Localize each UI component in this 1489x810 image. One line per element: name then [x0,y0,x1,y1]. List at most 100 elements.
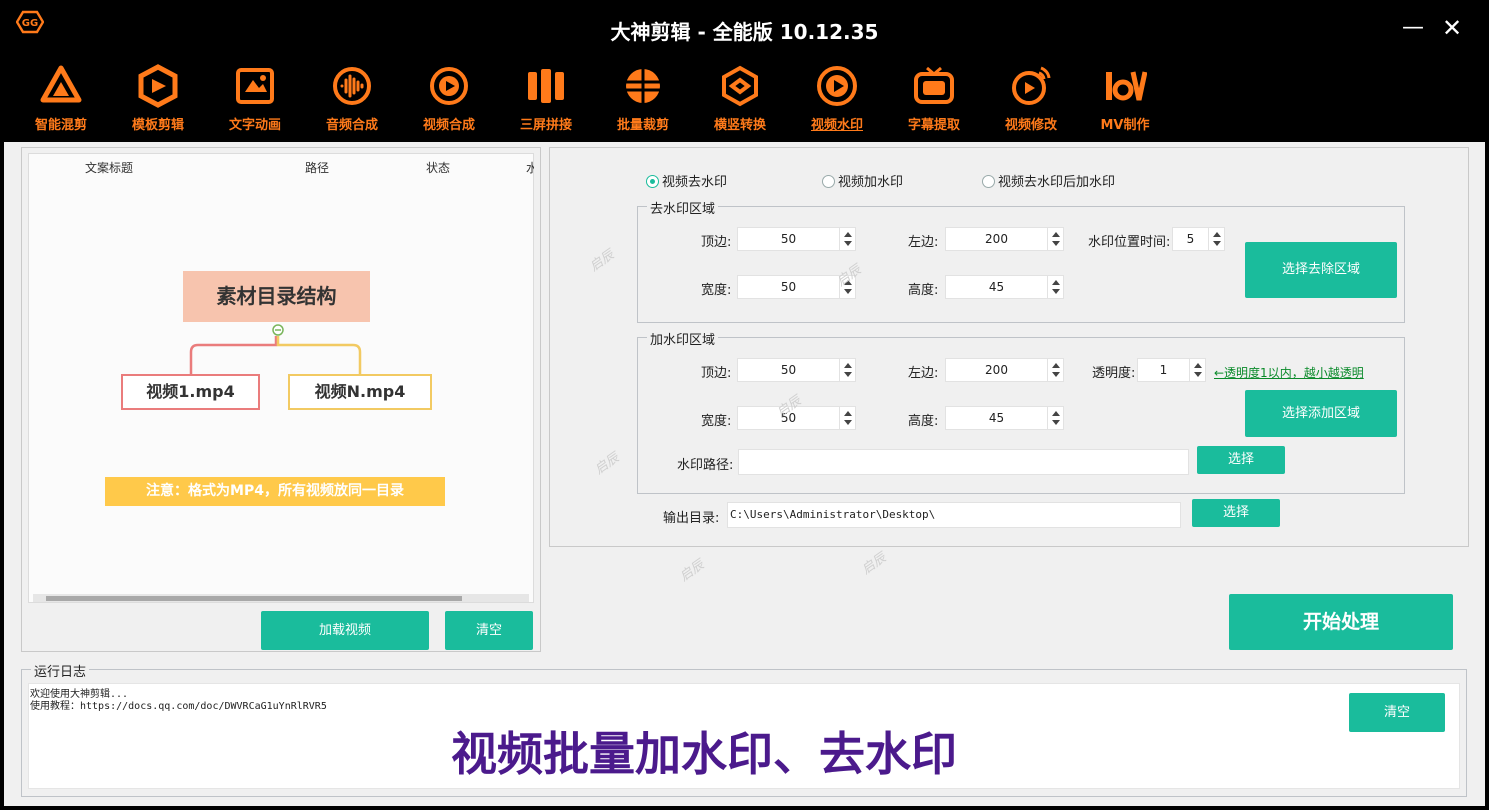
column-header-status[interactable]: 状态 [426,159,450,176]
tool-audio-merge[interactable]: 音频合成 [307,64,397,138]
add-width-label: 宽度: [701,414,732,429]
spinner-value[interactable]: 5 [1173,228,1208,250]
clear-log-button[interactable]: 清空 [1349,693,1445,732]
spinner-value[interactable]: 50 [738,228,839,250]
spin-up-icon[interactable] [844,232,852,237]
spin-up-icon[interactable] [1213,232,1221,237]
spin-up-icon[interactable] [844,363,852,368]
spinner-value[interactable]: 200 [946,359,1047,381]
remove-left-spinner[interactable]: 200 [945,227,1064,251]
spinner-value[interactable]: 45 [946,407,1047,429]
start-processing-button[interactable]: 开始处理 [1229,594,1453,650]
add-left-spinner[interactable]: 200 [945,358,1064,382]
add-top-spinner[interactable]: 50 [737,358,856,382]
tool-triple-screen[interactable]: 三屏拼接 [501,64,591,138]
column-header-path[interactable]: 路径 [305,159,329,176]
triple-screen-icon [528,69,564,103]
remove-width-spinner[interactable]: 50 [737,275,856,299]
radio-remove-watermark[interactable]: 视频去水印 [646,171,727,190]
tool-subtitle-extract[interactable]: 字幕提取 [889,64,979,138]
watermark-path-input[interactable] [738,449,1189,475]
remove-left-label: 左边: [908,235,939,250]
opacity-spinner[interactable]: 1 [1137,358,1206,382]
tool-template-edit[interactable]: 模板剪辑 [113,64,203,138]
tool-label: 模板剪辑 [131,118,184,133]
scrollbar-thumb[interactable] [46,596,462,601]
tool-text-animation[interactable]: 文字动画 [210,64,300,138]
remove-top-spinner[interactable]: 50 [737,227,856,251]
select-remove-area-button[interactable]: 选择去除区域 [1245,242,1397,298]
clear-list-button[interactable]: 清空 [445,611,533,650]
spin-down-icon[interactable] [1052,289,1060,294]
spinner-value[interactable]: 50 [738,359,839,381]
choose-output-button[interactable]: 选择 [1192,499,1280,527]
triangle-logo-icon [40,65,82,103]
spin-down-icon[interactable] [844,420,852,425]
crop-ball-icon [626,69,660,103]
tool-batch-crop[interactable]: 批量裁剪 [598,64,688,138]
tool-smart-mix[interactable]: 智能混剪 [16,64,106,138]
diagram-connectors [189,324,362,374]
spinner-value[interactable]: 50 [738,407,839,429]
spin-down-icon[interactable] [844,241,852,246]
add-left-label: 左边: [908,366,939,381]
tool-video-modify[interactable]: 视频修改 [986,64,1076,138]
add-height-label: 高度: [908,414,939,429]
tool-mv-make[interactable]: MV制作 [1080,64,1170,138]
spinner-value[interactable]: 1 [1138,359,1189,381]
spinner-value[interactable]: 45 [946,276,1047,298]
remove-height-spinner[interactable]: 45 [945,275,1064,299]
diagram-note: 注意：格式为MP4，所有视频放同一目录 [105,477,445,506]
radio-remove-then-add[interactable]: 视频去水印后加水印 [982,171,1115,190]
spinner-value[interactable]: 200 [946,228,1047,250]
title-bar [0,0,1489,58]
spin-down-icon[interactable] [1052,241,1060,246]
opacity-hint-link[interactable]: ←透明度1以内，越小越透明 [1214,364,1364,381]
spinner-buttons [1208,228,1224,250]
spin-down-icon[interactable] [844,372,852,377]
spin-down-icon[interactable] [844,289,852,294]
spinner-buttons [1189,359,1205,381]
spin-up-icon[interactable] [1052,280,1060,285]
output-dir-input[interactable]: C:\Users\Administrator\Desktop\ [727,502,1181,528]
spin-up-icon[interactable] [1052,232,1060,237]
choose-watermark-button[interactable]: 选择 [1197,446,1285,474]
spin-up-icon[interactable] [1052,363,1060,368]
radio-dot [646,175,659,188]
spin-down-icon[interactable] [1052,420,1060,425]
column-header-truncated[interactable]: 水 [526,159,534,176]
remove-width-label: 宽度: [701,283,732,298]
subtitle-tv-icon [914,66,954,104]
spinner-buttons [1047,228,1063,250]
close-button[interactable]: ✕ [1437,10,1467,46]
minimize-button[interactable]: — [1398,10,1428,46]
output-dir-label: 输出目录: [663,511,720,526]
tool-label: MV制作 [1100,118,1150,133]
spinner-buttons [839,228,855,250]
column-header-title[interactable]: 文案标题 [85,159,133,176]
watermark-time-spinner[interactable]: 5 [1172,227,1225,251]
tool-video-watermark[interactable]: 视频水印 [792,64,882,138]
spin-down-icon[interactable] [1213,241,1221,246]
spinner-value[interactable]: 50 [738,276,839,298]
tool-orientation-convert[interactable]: 横竖转换 [695,64,785,138]
spin-down-icon[interactable] [1052,372,1060,377]
rotate-cube-icon [722,65,758,107]
promo-caption: 视频批量加水印、去水印 [451,727,957,781]
load-video-button[interactable]: 加载视频 [261,611,429,650]
spin-up-icon[interactable] [844,280,852,285]
spin-up-icon[interactable] [844,411,852,416]
hexagon-template-icon [138,64,178,108]
select-add-area-button[interactable]: 选择添加区域 [1245,390,1397,437]
add-width-spinner[interactable]: 50 [737,406,856,430]
tool-label: 音频合成 [325,118,378,133]
radio-label: 视频去水印 [662,175,728,190]
add-height-spinner[interactable]: 45 [945,406,1064,430]
diagram-node-n: 视频N.mp4 [288,374,432,410]
watermark-play-icon [817,66,857,106]
spin-up-icon[interactable] [1194,363,1202,368]
spin-down-icon[interactable] [1194,372,1202,377]
tool-video-merge[interactable]: 视频合成 [404,64,494,138]
radio-add-watermark[interactable]: 视频加水印 [822,171,903,190]
spin-up-icon[interactable] [1052,411,1060,416]
